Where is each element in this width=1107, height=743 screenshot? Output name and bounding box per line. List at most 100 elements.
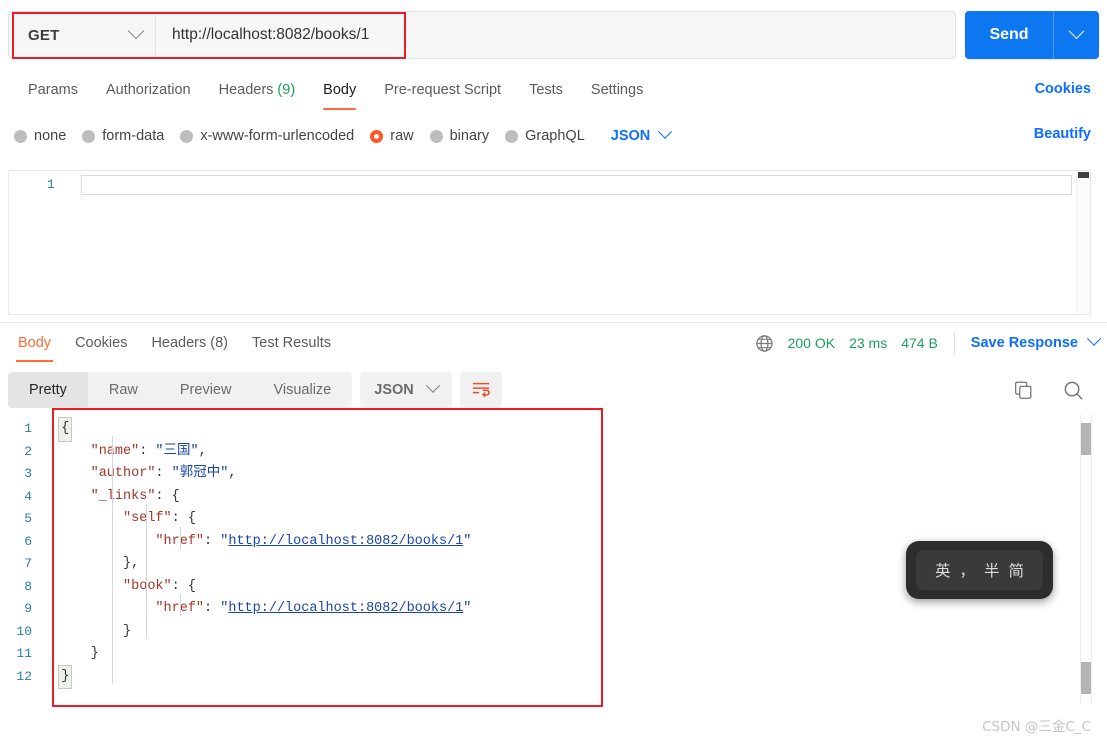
ime-segment: ，: [959, 562, 975, 580]
json-token: :: [204, 533, 221, 549]
request-tab-authorization[interactable]: Authorization: [92, 70, 205, 110]
request-editor-scrollbar-thumb[interactable]: [1078, 172, 1089, 178]
view-mode-visualize[interactable]: Visualize: [252, 372, 352, 408]
body-type-label: raw: [390, 128, 414, 144]
code-line-number: 5: [24, 511, 32, 526]
response-body-scrollbar[interactable]: [1080, 414, 1092, 704]
response-tab-test-results[interactable]: Test Results: [240, 324, 343, 362]
chevron-down-icon: [1068, 22, 1085, 39]
body-type-form-data[interactable]: form-data: [82, 128, 164, 144]
view-mode-raw[interactable]: Raw: [88, 372, 159, 408]
chevron-down-icon: [425, 378, 440, 393]
request-editor-active-line[interactable]: [81, 175, 1072, 195]
code-line-content: }: [42, 643, 99, 666]
response-tab-label: Body: [18, 335, 52, 351]
response-tab-body[interactable]: Body: [6, 324, 63, 362]
view-mode-pretty[interactable]: Pretty: [8, 372, 88, 408]
request-tab-body[interactable]: Body: [309, 70, 370, 110]
body-type-label: none: [34, 128, 67, 144]
view-mode-preview[interactable]: Preview: [159, 372, 253, 408]
body-type-graphql[interactable]: GraphQL: [505, 128, 585, 144]
code-line: 4 "_links": {: [0, 486, 471, 509]
code-line-number: 7: [24, 556, 32, 571]
response-scrollbar-thumb-top[interactable]: [1081, 423, 1091, 455]
chevron-down-icon: [658, 124, 673, 139]
request-tab-params[interactable]: Params: [14, 70, 92, 110]
request-tab-label: Headers: [218, 82, 274, 98]
code-line-content: "author": "郭冠中",: [42, 463, 237, 486]
json-token: : {: [155, 488, 180, 504]
json-token: "author": [90, 466, 156, 481]
response-scrollbar-thumb-bottom[interactable]: [1081, 662, 1091, 694]
code-line: 8 "book": {: [0, 576, 471, 599]
raw-format-select[interactable]: JSON: [611, 124, 673, 144]
globe-icon: [755, 334, 774, 353]
code-line: 6 "href": "http://localhost:8082/books/1…: [0, 531, 471, 554]
response-time: 23 ms: [849, 335, 888, 351]
send-button[interactable]: Send: [965, 11, 1053, 59]
send-options-button[interactable]: [1053, 11, 1099, 59]
http-method-select[interactable]: GET: [9, 12, 156, 58]
url-bar-inner: GET: [8, 11, 956, 59]
request-tab-label: Params: [28, 82, 78, 98]
body-type-label: binary: [449, 128, 490, 144]
ime-indicator-overlay: 英 ， 半简: [906, 541, 1053, 599]
ime-segment: 英: [934, 562, 951, 580]
response-tab-cookies[interactable]: Cookies: [63, 324, 139, 362]
request-tab-headers[interactable]: Headers (9): [205, 70, 310, 110]
radio-icon: [180, 129, 194, 143]
indent-guide: [180, 527, 181, 549]
cookies-link[interactable]: Cookies: [1035, 81, 1091, 97]
json-token: :: [204, 601, 221, 616]
json-link[interactable]: http://localhost:8082/books/1: [228, 534, 463, 549]
radio-icon: [429, 129, 443, 143]
search-icon[interactable]: [1062, 379, 1085, 402]
body-type-x-www-form-urlencoded[interactable]: x-www-form-urlencoded: [180, 128, 354, 144]
body-type-label: GraphQL: [525, 128, 585, 144]
body-type-label: x-www-form-urlencoded: [200, 128, 355, 144]
body-type-options: none form-data x-www-form-urlencoded raw bin…: [0, 118, 1107, 154]
word-wrap-button[interactable]: [459, 372, 502, 408]
code-line-number: 12: [16, 668, 32, 684]
code-line: 3 "author": "郭冠中",: [0, 463, 471, 486]
beautify-link[interactable]: Beautify: [1034, 126, 1091, 142]
json-token: },: [123, 556, 140, 571]
request-tab-label: Pre-request Script: [384, 82, 502, 98]
request-tab-settings[interactable]: Settings: [577, 70, 657, 110]
code-line: 1 {: [0, 417, 471, 442]
request-tab-label: Authorization: [105, 82, 191, 98]
json-link[interactable]: http://localhost:8082/books/1: [228, 601, 463, 616]
request-body-editor[interactable]: 1: [8, 170, 1091, 315]
http-method-label: GET: [28, 26, 60, 44]
json-token: "book": [123, 578, 172, 594]
url-input[interactable]: [156, 12, 955, 58]
word-wrap-icon: [471, 380, 491, 401]
json-token: ": [463, 601, 472, 616]
response-tab-headers[interactable]: Headers (8): [139, 324, 240, 362]
body-type-binary[interactable]: binary: [429, 128, 490, 144]
body-type-none[interactable]: none: [14, 128, 66, 144]
chevron-down-icon: [127, 22, 145, 40]
radio-icon: [370, 129, 384, 143]
request-tab-tests[interactable]: Tests: [515, 70, 577, 110]
code-line-content: "book": {: [42, 576, 196, 599]
json-token: :: [139, 443, 156, 459]
request-tab-label: Body: [323, 82, 357, 98]
code-line-content: "name": "三国",: [42, 441, 207, 464]
watermark: CSDN @三金C_C: [982, 719, 1091, 735]
save-response-button[interactable]: Save Response: [971, 331, 1102, 351]
code-line: 5 "self": {: [0, 508, 471, 531]
code-line: 9 "href": "http://localhost:8082/books/1…: [0, 598, 471, 621]
ime-segment: 简: [1008, 562, 1025, 580]
code-fold-marker[interactable]: }: [58, 664, 73, 689]
response-content-type-select[interactable]: JSON: [360, 372, 452, 408]
copy-icon[interactable]: [1012, 379, 1034, 401]
code-line-number: 8: [24, 578, 32, 594]
response-action-icons: [1012, 372, 1085, 408]
request-editor-scrollbar[interactable]: [1076, 171, 1090, 314]
request-tab-pre-request-script[interactable]: Pre-request Script: [370, 70, 515, 110]
indent-guide: [180, 594, 181, 616]
code-fold-marker[interactable]: {: [58, 417, 73, 442]
body-type-raw[interactable]: raw: [370, 128, 414, 144]
response-json-code: 1 {2 "name": "三国", 3 "author": "郭冠中", 4 "_…: [0, 417, 471, 689]
